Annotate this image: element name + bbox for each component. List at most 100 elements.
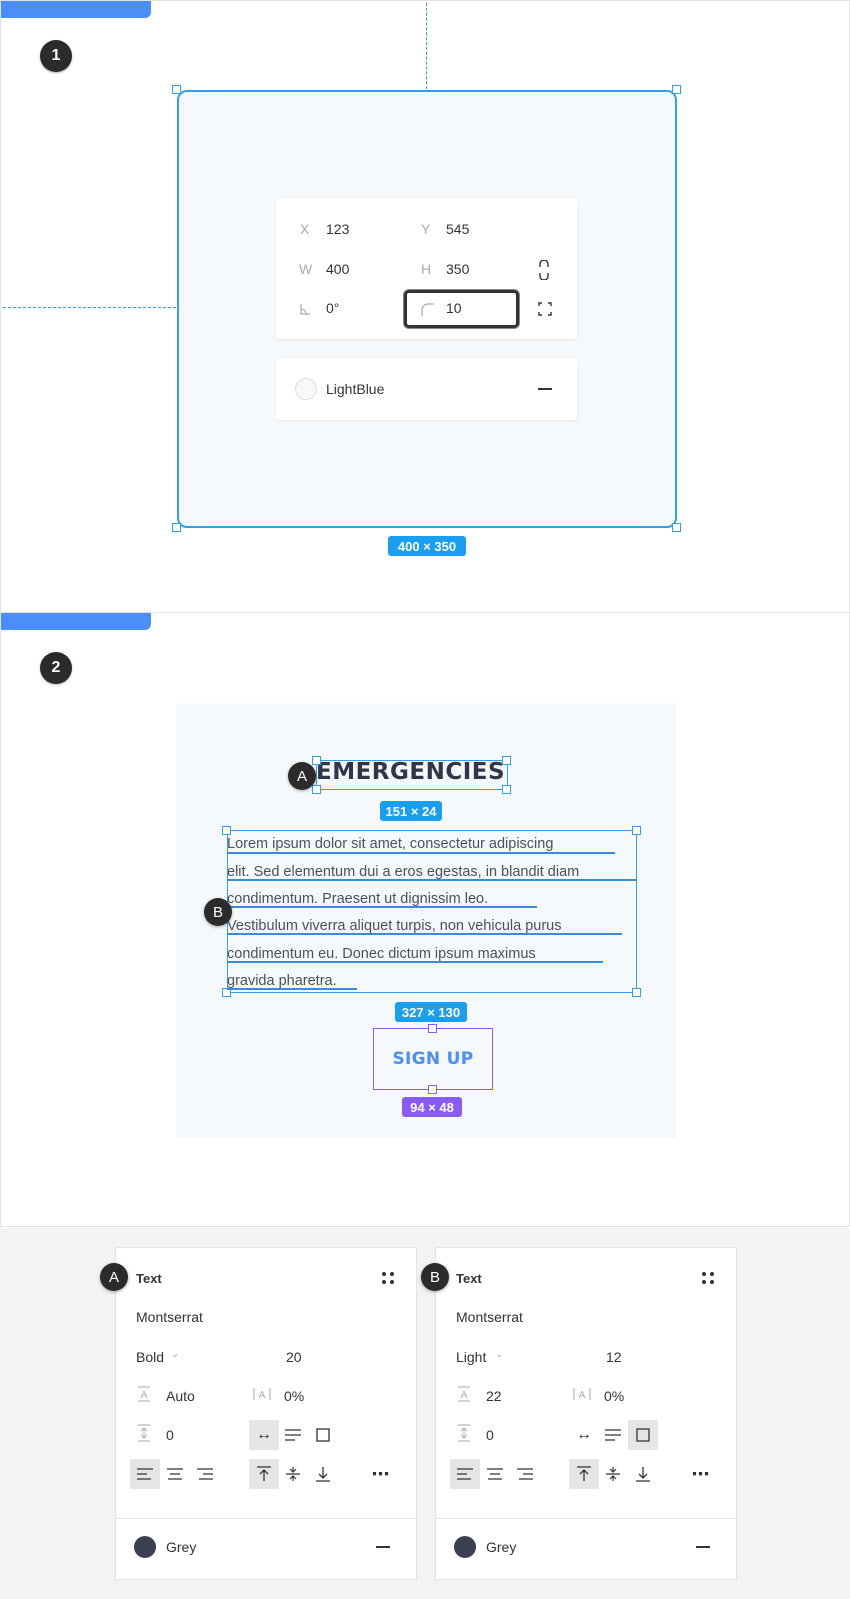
fill-name[interactable]: LightBlue	[326, 381, 384, 397]
align-bottom-icon[interactable]	[308, 1459, 338, 1489]
more-options-icon[interactable]: ⋯	[686, 1459, 716, 1489]
y-value[interactable]: 545	[446, 221, 469, 237]
constrain-proportions-icon[interactable]	[538, 260, 550, 280]
button-size-tag: 94 × 48	[402, 1097, 462, 1117]
text-inspector-a: Text Montserrat Bold ⌄ 20 A Auto A 0% 0 …	[115, 1247, 417, 1580]
chevron-down-icon[interactable]: ⌄	[495, 1349, 503, 1360]
paragraph-spacing[interactable]: 0	[166, 1427, 174, 1443]
x-label: X	[300, 221, 310, 237]
step-1-panel: 1 400 × 350 X 123 Y 545 W 400 H 350 0° 1…	[0, 0, 850, 613]
paragraph-spacing-icon	[138, 1424, 150, 1442]
text-color-swatch[interactable]	[454, 1536, 476, 1558]
heading-handle-bottom-left[interactable]	[312, 785, 321, 794]
text-color-name[interactable]: Grey	[166, 1539, 196, 1555]
chevron-down-icon[interactable]: ⌄	[171, 1349, 179, 1360]
align-top-icon[interactable]	[569, 1459, 599, 1489]
text-styles-icon[interactable]	[702, 1272, 716, 1286]
panel-tab	[1, 1, 151, 18]
more-options-icon[interactable]: ⋯	[366, 1459, 396, 1489]
align-center-icon[interactable]	[160, 1459, 190, 1489]
body-handle-top-left[interactable]	[222, 826, 231, 835]
letter-spacing[interactable]: 0%	[604, 1388, 624, 1404]
text-baseline	[227, 961, 603, 963]
w-value[interactable]: 400	[326, 261, 349, 277]
align-middle-icon[interactable]	[598, 1459, 628, 1489]
auto-width-icon[interactable]: ↔	[249, 1420, 279, 1450]
frame-handle-top-right[interactable]	[672, 85, 681, 94]
heading-handle-top-left[interactable]	[312, 756, 321, 765]
align-bottom-icon[interactable]	[628, 1459, 658, 1489]
font-family[interactable]: Montserrat	[136, 1309, 203, 1325]
body-handle-bottom-right[interactable]	[632, 988, 641, 997]
align-middle-icon[interactable]	[278, 1459, 308, 1489]
heading-size-tag: 151 × 24	[380, 801, 442, 821]
svg-text:A: A	[579, 1390, 586, 1401]
align-right-icon[interactable]	[190, 1459, 220, 1489]
text-baseline	[227, 906, 537, 908]
align-top-icon[interactable]	[249, 1459, 279, 1489]
heading-text[interactable]: EMERGENCIES	[316, 759, 508, 785]
section-divider	[436, 1518, 736, 1519]
frame-handle-bottom-left[interactable]	[172, 523, 181, 532]
align-left-icon[interactable]	[450, 1459, 480, 1489]
line-height[interactable]: 22	[486, 1388, 502, 1404]
sign-up-button[interactable]: SIGN UP	[373, 1028, 493, 1090]
y-label: Y	[421, 221, 431, 237]
body-line: elit. Sed elementum dui a eros egestas, …	[227, 864, 580, 880]
remove-color-icon[interactable]	[376, 1546, 390, 1548]
align-center-icon[interactable]	[480, 1459, 510, 1489]
letter-spacing[interactable]: 0%	[284, 1388, 304, 1404]
panel-b-badge: B	[421, 1263, 449, 1291]
fill-swatch[interactable]	[295, 378, 317, 400]
body-line: condimentum. Praesent ut dignissim leo.	[227, 891, 489, 907]
font-size[interactable]: 12	[606, 1349, 622, 1365]
font-family[interactable]: Montserrat	[456, 1309, 523, 1325]
step-1-badge: 1	[40, 40, 72, 72]
auto-height-icon[interactable]	[598, 1420, 628, 1450]
frame-handle-top-left[interactable]	[172, 85, 181, 94]
align-left-icon[interactable]	[130, 1459, 160, 1489]
text-section-title: Text	[136, 1271, 162, 1286]
marker-a-badge: A	[288, 762, 316, 790]
text-styles-icon[interactable]	[382, 1272, 396, 1286]
text-section-title: Text	[456, 1271, 482, 1286]
fixed-size-icon[interactable]	[308, 1420, 338, 1450]
independent-corners-icon[interactable]	[538, 302, 552, 316]
auto-width-icon[interactable]: ↔	[569, 1420, 599, 1450]
auto-height-icon[interactable]	[278, 1420, 308, 1450]
heading-handle-bottom-right[interactable]	[502, 785, 511, 794]
body-handle-top-right[interactable]	[632, 826, 641, 835]
x-value[interactable]: 123	[326, 221, 349, 237]
section-divider	[116, 1518, 416, 1519]
font-size[interactable]: 20	[286, 1349, 302, 1365]
panel-a-badge: A	[100, 1263, 128, 1291]
body-selection[interactable]	[227, 830, 637, 993]
fill-card	[276, 358, 577, 420]
body-line: condimentum eu. Donec dictum ipsum maxim…	[227, 946, 536, 962]
font-weight[interactable]: Light	[456, 1349, 486, 1365]
remove-color-icon[interactable]	[696, 1546, 710, 1548]
heading-handle-top-right[interactable]	[502, 756, 511, 765]
fixed-size-icon[interactable]	[628, 1420, 658, 1450]
frame-handle-bottom-right[interactable]	[672, 523, 681, 532]
marker-b-badge: B	[204, 898, 232, 926]
line-height[interactable]: Auto	[166, 1388, 195, 1404]
text-baseline	[227, 988, 357, 990]
button-handle-bottom[interactable]	[428, 1085, 437, 1094]
text-color-name[interactable]: Grey	[486, 1539, 516, 1555]
body-line: Vestibulum viverra aliquet turpis, non v…	[227, 918, 562, 934]
h-value[interactable]: 350	[446, 261, 469, 277]
svg-text:A: A	[259, 1390, 266, 1401]
remove-fill-icon[interactable]	[538, 388, 552, 390]
text-baseline	[227, 879, 637, 881]
corner-radius-value[interactable]: 10	[446, 300, 462, 316]
text-color-swatch[interactable]	[134, 1536, 156, 1558]
align-right-icon[interactable]	[510, 1459, 540, 1489]
font-weight[interactable]: Bold	[136, 1349, 164, 1365]
body-line: gravida pharetra.	[227, 973, 337, 989]
paragraph-spacing[interactable]: 0	[486, 1427, 494, 1443]
rotation-value[interactable]: 0°	[326, 300, 339, 316]
text-inspector-b: Text Montserrat Light ⌄ 12 A 22 A 0% 0 ↔	[435, 1247, 737, 1580]
button-handle-top[interactable]	[428, 1024, 437, 1033]
frame-size-tag: 400 × 350	[388, 536, 466, 556]
